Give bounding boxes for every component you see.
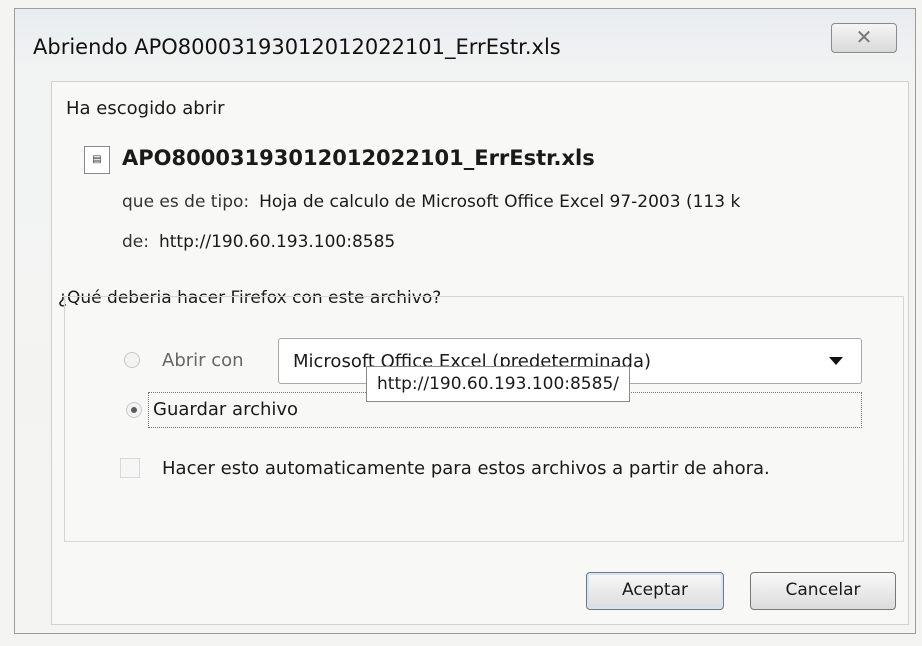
ok-button[interactable]: Aceptar bbox=[586, 572, 724, 610]
save-file-radio[interactable] bbox=[126, 402, 142, 418]
title-bar: Abriendo APO80003193012012022101_ErrEstr… bbox=[15, 9, 915, 77]
open-with-radio[interactable] bbox=[124, 352, 140, 368]
chevron-down-icon bbox=[829, 357, 843, 365]
excel-file-icon: ▤ bbox=[84, 146, 110, 174]
file-type-line: que es de tipo: Hoja de calculo de Micros… bbox=[122, 192, 892, 212]
url-tooltip: http://190.60.193.100:8585/ bbox=[366, 366, 630, 402]
cancel-button[interactable]: Cancelar bbox=[750, 572, 896, 610]
file-source-value: http://190.60.193.100:8585 bbox=[158, 232, 396, 252]
close-button[interactable]: ✕ bbox=[831, 23, 897, 53]
file-name: APO80003193012012022101_ErrEstr.xls bbox=[122, 146, 595, 170]
intro-text: Ha escogido abrir bbox=[66, 98, 225, 119]
auto-checkbox[interactable] bbox=[120, 458, 140, 478]
dialog-body: Ha escogido abrir ▤ APO80003193012012022… bbox=[51, 81, 909, 625]
dialog-title: Abriendo APO80003193012012022101_ErrEstr… bbox=[33, 35, 561, 59]
file-source-label: de: bbox=[122, 232, 149, 252]
open-with-label: Abrir con bbox=[162, 350, 244, 371]
file-type-value: Hoja de calculo de Microsoft Office Exce… bbox=[259, 192, 741, 212]
file-source-line: de: http://190.60.193.100:8585 bbox=[122, 232, 892, 252]
auto-checkbox-label[interactable]: Hacer esto automaticamente para estos ar… bbox=[162, 458, 770, 479]
close-icon: ✕ bbox=[855, 25, 873, 49]
file-type-label: que es de tipo: bbox=[122, 192, 250, 212]
file-open-dialog: Abriendo APO80003193012012022101_ErrEstr… bbox=[14, 8, 916, 634]
